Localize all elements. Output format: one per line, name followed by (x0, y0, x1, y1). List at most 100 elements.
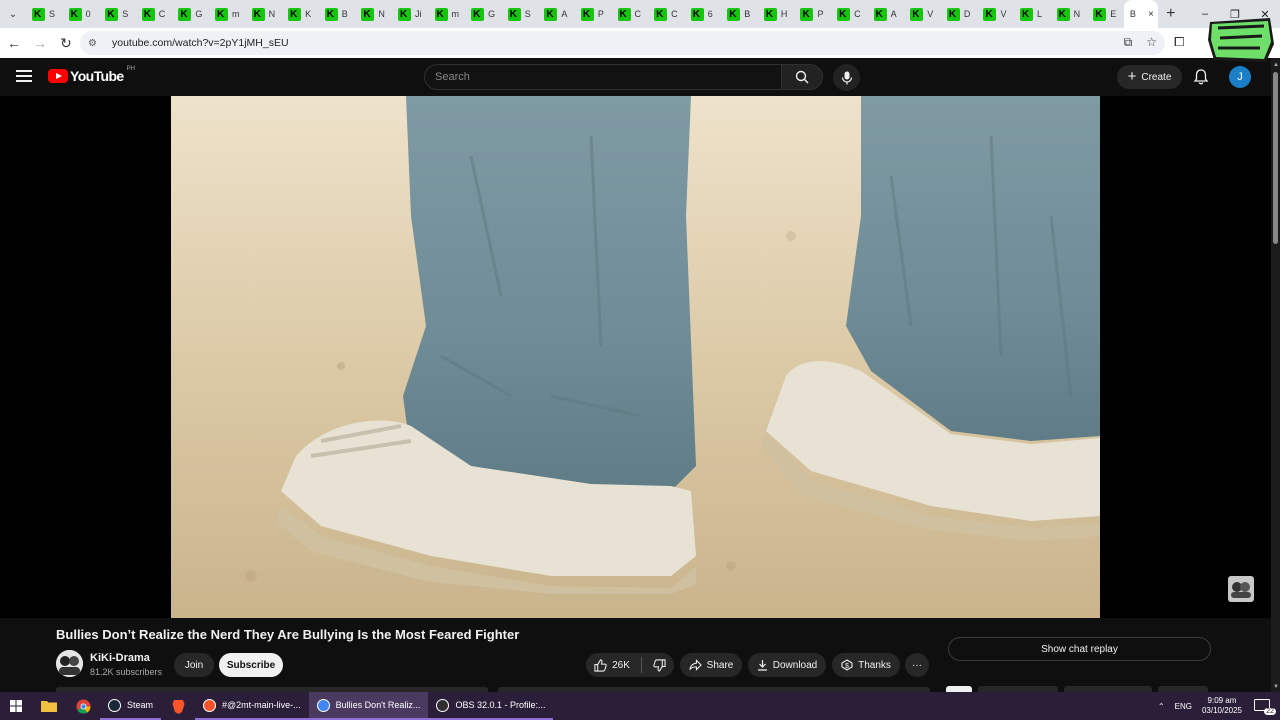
language-indicator[interactable]: ENG (1175, 702, 1192, 711)
taskbar-app[interactable]: Steam (100, 692, 162, 720)
join-button[interactable]: Join (174, 653, 214, 677)
tab[interactable]: E (1087, 0, 1124, 28)
tab[interactable]: V (977, 0, 1014, 28)
tab-search-dropdown-icon[interactable]: ⌄ (0, 0, 26, 28)
channel-avatar[interactable] (56, 650, 83, 677)
scroll-down-icon[interactable]: ▼ (1273, 684, 1279, 690)
back-icon[interactable]: ← (2, 31, 26, 55)
taskbar-app[interactable]: #@2mt-main-live-... (195, 692, 309, 720)
clock-time: 9:09 am (1207, 696, 1237, 705)
tab[interactable]: B (721, 0, 758, 28)
menu-icon[interactable] (16, 70, 32, 82)
tab[interactable]: N (355, 0, 392, 28)
thumbs-up-icon[interactable] (594, 658, 607, 672)
windows-taskbar: Steam #@2mt-main-live-... Bullies Don't Re… (0, 692, 1280, 720)
clock[interactable]: 9:09 am 03/10/2025 (1202, 696, 1242, 716)
show-chat-replay-button[interactable]: Show chat replay (948, 637, 1211, 661)
tab[interactable]: K (282, 0, 319, 28)
tab-label: C (634, 9, 642, 19)
forward-icon[interactable]: → (28, 31, 52, 55)
tab-favicon-icon (251, 7, 265, 21)
share-button[interactable]: Share (680, 653, 742, 677)
like-count[interactable]: 26K (612, 660, 630, 671)
tab-favicon-icon (68, 7, 82, 21)
tab-label: A (890, 9, 897, 19)
bookmark-star-icon[interactable]: ☆ (1146, 35, 1157, 50)
plus-icon: + (1127, 68, 1137, 85)
tab-favicon-icon (580, 7, 594, 21)
tab[interactable]: V (904, 0, 941, 28)
tab[interactable]: S (26, 0, 63, 28)
tab[interactable]: N (1051, 0, 1088, 28)
tab[interactable]: G (172, 0, 209, 28)
tab-favicon-icon (654, 7, 668, 21)
youtube-logo[interactable]: YouTube PH (48, 66, 135, 84)
tab-label: N (378, 9, 385, 19)
steam-icon (108, 698, 121, 712)
address-bar[interactable]: ⚙ youtube.com/watch?v=2pY1jMH_sEU ⧉ ☆ (80, 31, 1165, 55)
thumbs-down-icon[interactable] (653, 658, 666, 672)
tab-close-icon[interactable]: × (1148, 9, 1154, 20)
notification-center-icon[interactable]: 22 (1254, 697, 1276, 715)
scrollbar-thumb[interactable] (1273, 72, 1278, 244)
tab-label: Ji (414, 9, 422, 19)
subscribe-button[interactable]: Subscribe (219, 653, 283, 677)
page-scrollbar[interactable]: ▲ ▼ (1271, 58, 1280, 692)
tab[interactable]: P (794, 0, 831, 28)
new-tab-button[interactable]: + (1158, 5, 1184, 23)
url-text[interactable]: youtube.com/watch?v=2pY1jMH_sEU (112, 37, 289, 49)
channel-name[interactable]: KiKi-Drama (90, 652, 150, 664)
tab[interactable]: Ji (392, 0, 429, 28)
tab[interactable]: C (612, 0, 649, 28)
site-settings-icon[interactable]: ⚙ (88, 38, 102, 49)
extensions-icon[interactable]: ⧠ (1174, 34, 1184, 50)
thanks-button[interactable]: $ Thanks (832, 653, 900, 677)
taskbar-app[interactable]: OBS 32.0.1 - Profile:... (428, 692, 554, 720)
tab[interactable]: N (246, 0, 283, 28)
tab[interactable]: 0 (63, 0, 100, 28)
tab-active[interactable]: B × (1123, 0, 1158, 28)
tab[interactable]: C (648, 0, 685, 28)
tab[interactable]: m (209, 0, 246, 28)
tab[interactable]: H (758, 0, 795, 28)
tab[interactable]: P (575, 0, 612, 28)
tab[interactable]: A (868, 0, 905, 28)
tab[interactable]: C (831, 0, 868, 28)
create-button[interactable]: + Create (1117, 65, 1182, 89)
account-avatar[interactable]: J (1229, 66, 1251, 88)
tab-favicon-icon (434, 7, 448, 21)
voice-search-button[interactable] (833, 64, 860, 91)
brave-browser-icon[interactable] (161, 692, 195, 720)
tab[interactable]: A (538, 0, 575, 28)
tab-label: V (1000, 9, 1007, 19)
video-player[interactable] (0, 96, 1271, 618)
reload-icon[interactable]: ↻ (54, 31, 78, 55)
tab-label: H (780, 9, 788, 19)
search-button[interactable] (781, 64, 823, 90)
file-explorer-icon[interactable] (32, 692, 66, 720)
notifications-bell-icon[interactable] (1192, 68, 1210, 86)
start-button[interactable] (0, 692, 32, 720)
tab-label: D (963, 9, 971, 19)
tab[interactable]: S (502, 0, 539, 28)
install-app-icon[interactable]: ⧉ (1124, 35, 1133, 50)
search-input[interactable]: Search (424, 64, 782, 90)
tab[interactable]: 6 (685, 0, 722, 28)
tab[interactable]: S (99, 0, 136, 28)
tab[interactable]: G (465, 0, 502, 28)
more-actions-icon[interactable]: ··· (905, 653, 929, 677)
tab[interactable]: D (941, 0, 978, 28)
tab[interactable]: C (136, 0, 173, 28)
video-frame[interactable] (171, 96, 1100, 618)
chrome-icon[interactable] (66, 692, 100, 720)
tray-overflow-icon[interactable]: ⌃ (1158, 702, 1165, 711)
like-divider (640, 657, 642, 673)
tab[interactable]: L (1014, 0, 1051, 28)
thanks-label: Thanks (858, 659, 891, 671)
tab[interactable]: m (429, 0, 466, 28)
channel-watermark-icon[interactable] (1228, 576, 1254, 602)
tab[interactable]: B (319, 0, 356, 28)
tab-favicon-icon (727, 7, 741, 21)
taskbar-app[interactable]: Bullies Don't Realiz... (308, 692, 429, 720)
download-button[interactable]: Download (748, 653, 826, 677)
